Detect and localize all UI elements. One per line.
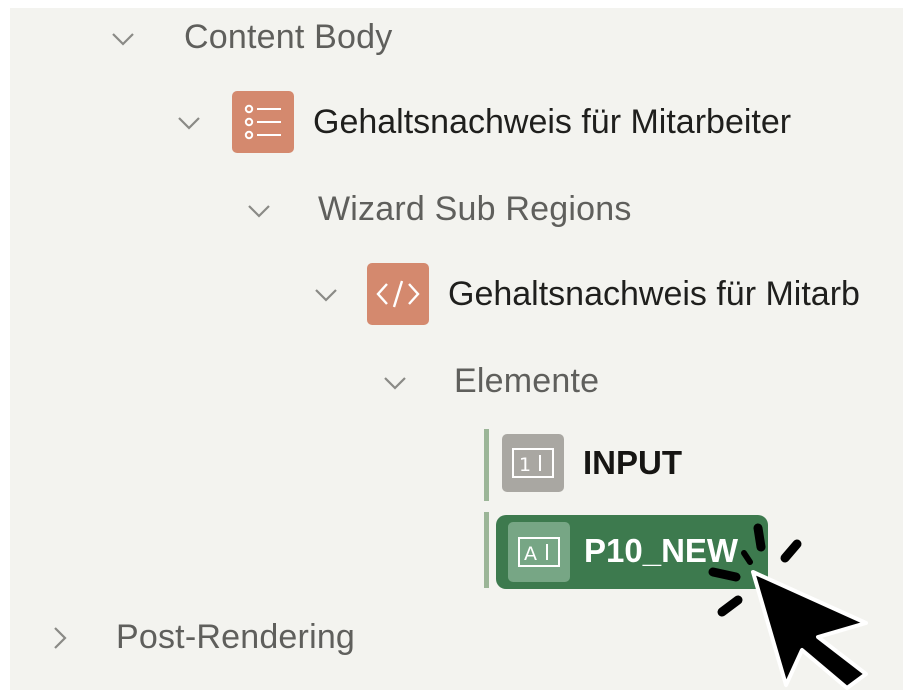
tree-node-region-gehaltsnachweis[interactable]: Gehaltsnachweis für Mitarbeiter — [176, 91, 791, 153]
chevron-down-icon[interactable] — [382, 369, 408, 395]
tree-node-item-input[interactable]: 1 INPUT — [502, 434, 682, 492]
tree-node-label: Wizard Sub Regions — [318, 190, 632, 228]
chevron-right-icon[interactable] — [46, 625, 72, 651]
code-icon — [367, 263, 429, 325]
tree-node-elemente[interactable]: Elemente — [382, 362, 599, 401]
tree-node-label: Gehaltsnachweis für Mitarbeiter — [313, 102, 792, 141]
tree-node-label: Content Body — [184, 18, 393, 56]
tree-guide-line — [484, 429, 489, 501]
tree-guide-line — [484, 512, 489, 588]
tree-node-wizard-sub-regions[interactable]: Wizard Sub Regions — [246, 190, 632, 229]
tree-node-content-body[interactable]: Content Body — [110, 18, 392, 57]
form-list-icon — [232, 91, 294, 153]
tree-node-label: Post-Rendering — [116, 618, 356, 656]
chevron-down-icon[interactable] — [246, 197, 272, 223]
svg-text:A: A — [524, 543, 537, 565]
chevron-down-icon[interactable] — [176, 109, 202, 135]
tree-node-label: Elemente — [454, 362, 600, 400]
chevron-down-icon[interactable] — [110, 25, 136, 51]
text-field-icon: A — [508, 522, 570, 582]
tree-node-label: INPUT — [583, 444, 682, 481]
tree-node-post-rendering[interactable]: Post-Rendering — [46, 618, 355, 657]
tree-node-region-static[interactable]: Gehaltsnachweis für Mitarb — [313, 263, 860, 325]
click-cursor-icon — [708, 523, 868, 690]
svg-text:1: 1 — [519, 454, 531, 476]
chevron-down-icon[interactable] — [313, 281, 339, 307]
tree-node-label: Gehaltsnachweis für Mitarb — [448, 274, 860, 313]
panel-edge — [903, 8, 913, 690]
number-field-icon: 1 — [502, 434, 564, 492]
